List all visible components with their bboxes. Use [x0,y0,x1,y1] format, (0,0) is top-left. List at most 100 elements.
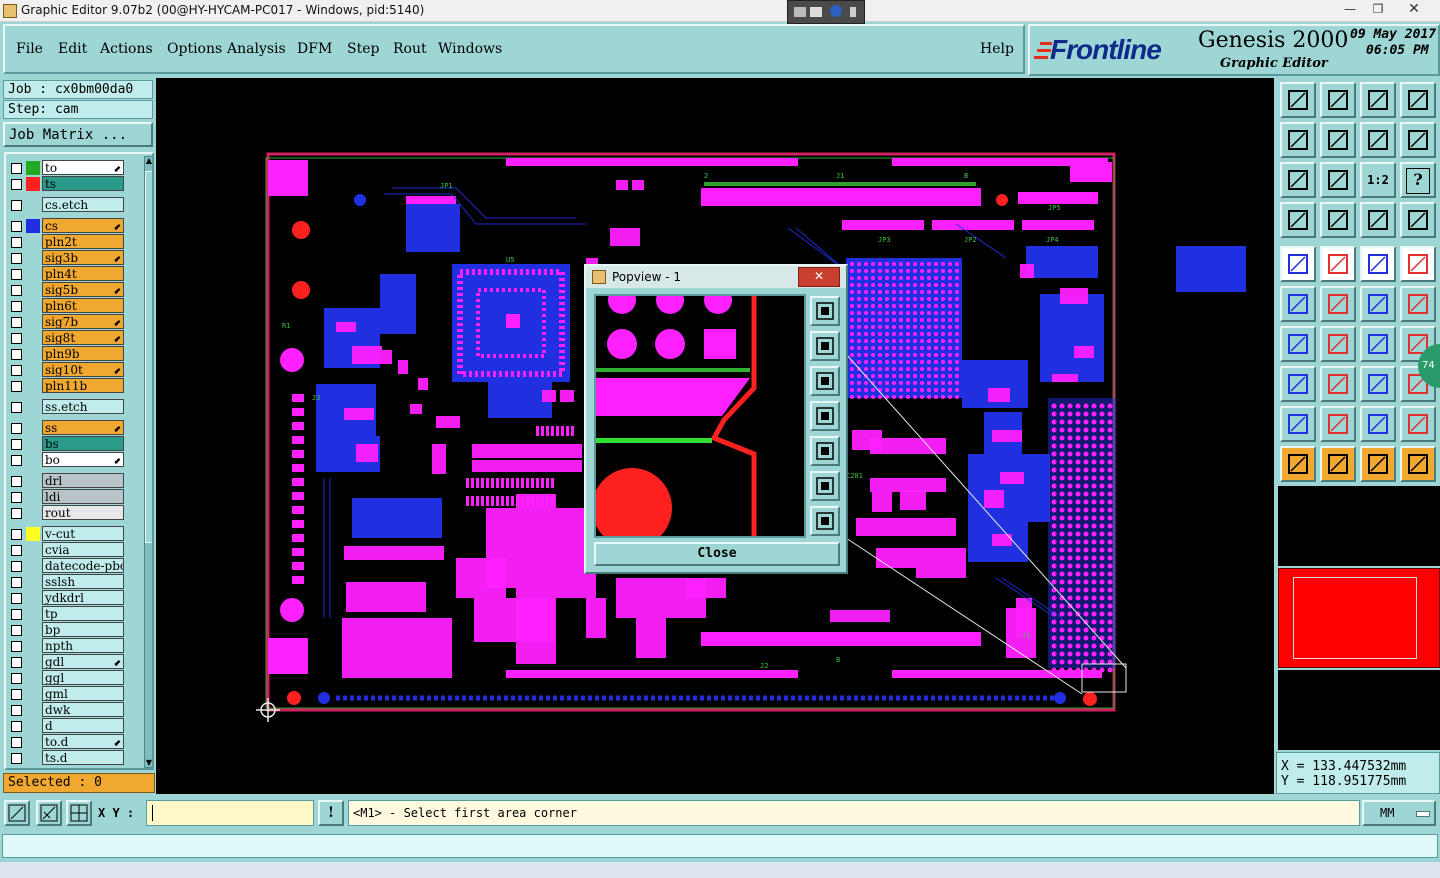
split-view-icon[interactable] [1400,82,1436,118]
measure-mode-icon[interactable] [36,800,62,826]
layer-name[interactable]: npth [42,638,124,653]
layer-row[interactable]: datecode-pbo [6,558,126,574]
layer-row[interactable]: ydkdrl [6,590,126,606]
layer-name[interactable]: sig10t ⬋ [42,362,124,377]
layer-name[interactable]: sig5b ⬋ [42,282,124,297]
menu-rout[interactable]: Rout [393,41,427,57]
layer-name[interactable]: rout [42,505,124,520]
layer-name[interactable]: datecode-pbo [42,558,124,573]
layer-row[interactable]: pln2t [6,234,126,250]
layer-row[interactable]: bs [6,436,126,452]
layer-checkbox[interactable] [11,673,22,684]
home-view-icon[interactable] [1360,82,1396,118]
layer-name[interactable]: sig7b ⬋ [42,314,124,329]
pv-pan-left-icon[interactable] [810,401,840,431]
layer-row[interactable]: sig7b ⬋ [6,314,126,330]
layer-checkbox[interactable] [11,349,22,360]
wave-icon[interactable] [1400,122,1436,158]
layer-row[interactable]: pln11b [6,378,126,394]
layer-name[interactable]: d [42,718,124,733]
layer-row[interactable]: bo ⬋ [6,452,126,468]
triangle-2-icon[interactable] [1320,406,1356,442]
layer-checkbox[interactable] [11,689,22,700]
select-icon[interactable] [1280,446,1316,482]
layer-checkbox[interactable] [11,657,22,668]
close-icon[interactable]: ✕ [1398,0,1430,20]
layer-checkbox[interactable] [11,593,22,604]
zoom-center-icon[interactable] [1320,162,1356,198]
popview-titlebar[interactable]: Popview - 1 ✕ [586,266,846,288]
layer-row[interactable]: d [6,718,126,734]
snap-mode-icon[interactable] [4,800,30,826]
xy-input[interactable] [146,800,314,826]
pan-right-icon[interactable] [1320,122,1356,158]
layer-checkbox[interactable] [11,753,22,764]
layer-compare-icon[interactable] [1360,202,1396,238]
layer-name[interactable]: pln11b [42,378,124,393]
layer-checkbox[interactable] [11,402,22,413]
layer-row[interactable]: ts [6,176,126,192]
layer-compare-2-icon[interactable] [1400,202,1436,238]
pv-pan-right-icon[interactable] [810,436,840,466]
layer-checkbox[interactable] [11,163,22,174]
layer-row[interactable]: pln9b [6,346,126,362]
pv-zoom-in-icon[interactable] [810,471,840,501]
ruler-icon[interactable] [1360,246,1396,282]
move-up-icon[interactable] [1280,82,1316,118]
cross-icon[interactable] [1320,286,1356,322]
triangle-3-icon[interactable] [1360,406,1396,442]
layer-checkbox[interactable] [11,439,22,450]
pv-zoom-out-icon[interactable] [810,506,840,536]
layer-row[interactable]: cvia [6,542,126,558]
popview-close-icon[interactable]: ✕ [798,267,840,287]
layer-checkbox[interactable] [11,269,22,280]
layer-row[interactable]: cs ⬋ [6,218,126,234]
minus-icon[interactable] [1320,366,1356,402]
layer-name[interactable]: sig3b ⬋ [42,250,124,265]
layer-name[interactable]: to ⬋ [42,160,124,175]
menu-edit[interactable]: Edit [58,41,87,57]
align-icon[interactable] [1360,366,1396,402]
layer-name[interactable]: drl [42,473,124,488]
layer-name[interactable]: bs [42,436,124,451]
connect-icon[interactable] [1280,286,1316,322]
layer-checkbox[interactable] [11,492,22,503]
layer-checkbox[interactable] [11,301,22,312]
job-matrix-button[interactable]: Job Matrix ... [3,122,153,147]
menu-options[interactable]: Options [167,41,222,57]
layer-name[interactable]: tp [42,606,124,621]
layer-row[interactable]: to ⬋ [6,160,126,176]
menu-analysis[interactable]: Analysis [227,41,286,57]
layer-checkbox[interactable] [11,253,22,264]
layer-name[interactable]: pln4t [42,266,124,281]
layer-row[interactable]: ss ⬋ [6,420,126,436]
angle-icon[interactable] [1280,326,1316,362]
menu-dfm[interactable]: DFM [297,41,332,57]
layer-name[interactable]: cs ⬋ [42,218,124,233]
layer-name[interactable]: pln6t [42,298,124,313]
layer-name[interactable]: dwk [42,702,124,717]
layer-row[interactable]: pln6t [6,298,126,314]
layer-checkbox[interactable] [11,221,22,232]
grid-mode-icon[interactable] [66,800,92,826]
layer-row[interactable]: bp [6,622,126,638]
pv-pan-up-icon[interactable] [810,331,840,361]
layer-name[interactable]: gdl ⬋ [42,654,124,669]
move-down-icon[interactable] [1320,82,1356,118]
layer-checkbox[interactable] [11,508,22,519]
layer-name[interactable]: ydkdrl [42,590,124,605]
layer-checkbox[interactable] [11,609,22,620]
select-4-icon[interactable] [1400,446,1436,482]
triangle-icon[interactable] [1280,406,1316,442]
layer-scrollbar[interactable]: ▲ ▼ [144,156,152,768]
layer-row[interactable]: sig8t ⬋ [6,330,126,346]
layer-name[interactable]: cvia [42,542,124,557]
units-selector[interactable]: MM [1362,800,1436,826]
layer-row[interactable]: npth [6,638,126,654]
layer-name[interactable]: ggl [42,670,124,685]
menu-actions[interactable]: Actions [100,41,153,57]
layer-row[interactable]: ts.d [6,750,126,766]
menu-help[interactable]: Help [980,41,1014,57]
move-feature-icon[interactable] [1280,366,1316,402]
layer-name[interactable]: pln9b [42,346,124,361]
